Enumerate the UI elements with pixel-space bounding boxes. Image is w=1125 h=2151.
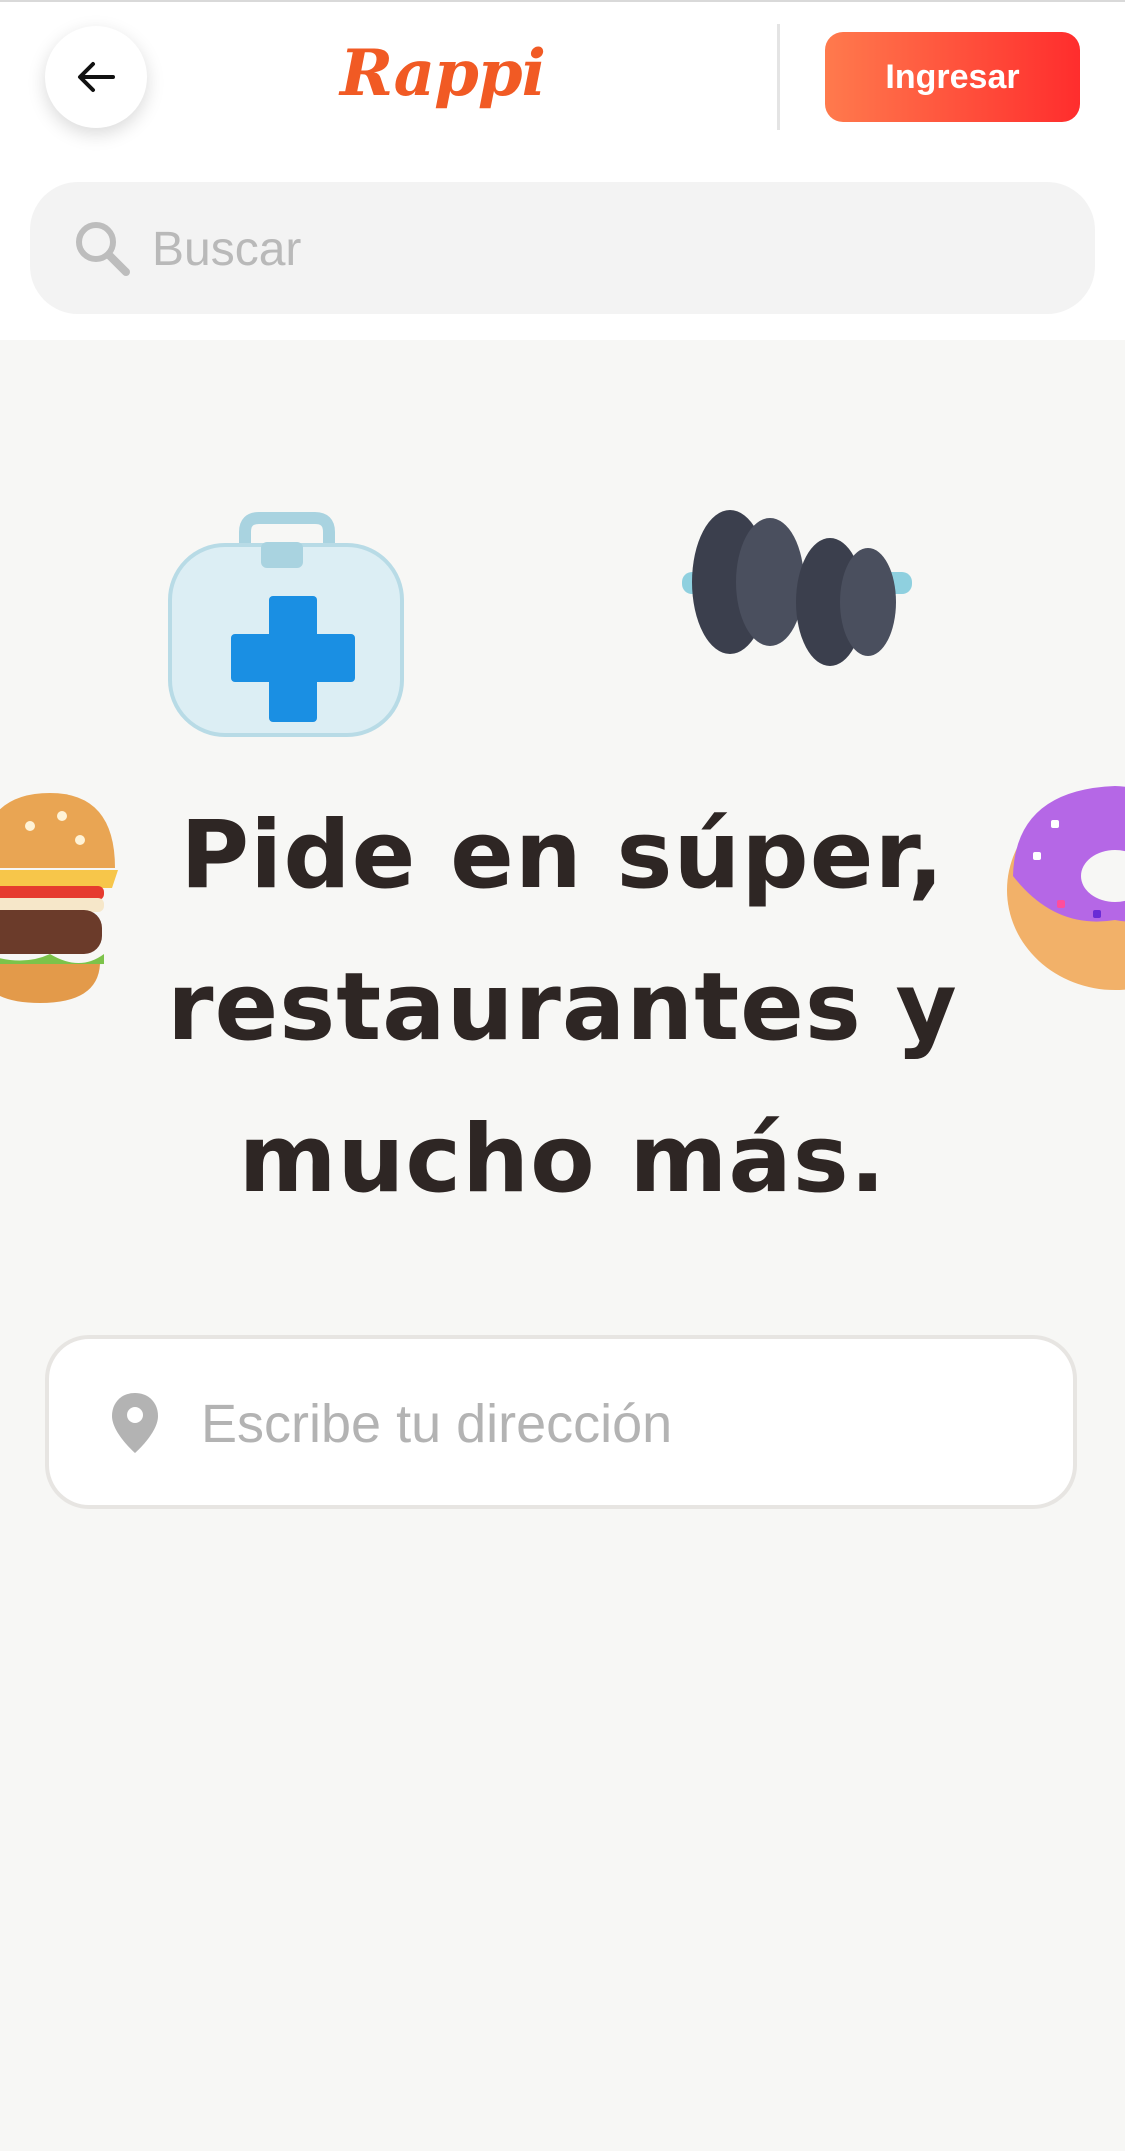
search-bar[interactable] xyxy=(30,182,1095,314)
address-field[interactable] xyxy=(45,1335,1077,1509)
address-input[interactable] xyxy=(199,1375,1043,1473)
hero-section: Pide en súper, restaurantes y mucho más. xyxy=(0,340,1125,2151)
hero-title: Pide en súper, restaurantes y mucho más. xyxy=(60,780,1065,1236)
header-divider xyxy=(777,24,780,130)
location-pin-icon xyxy=(112,1393,158,1453)
login-button[interactable]: Ingresar xyxy=(825,32,1080,122)
search-icon xyxy=(76,222,130,276)
arrow-left-icon xyxy=(78,62,115,92)
hero-title-line-3: mucho más. xyxy=(238,1105,887,1214)
first-aid-kit-icon xyxy=(168,512,404,737)
back-button[interactable] xyxy=(45,26,147,128)
hero-title-line-1: Pide en súper, xyxy=(180,801,945,910)
header: Rappi Ingresar xyxy=(0,2,1125,340)
rappi-logo[interactable]: Rappi xyxy=(340,30,546,118)
hero-title-line-2: restaurantes y xyxy=(167,953,958,1062)
search-input[interactable] xyxy=(150,202,1054,296)
dumbbell-icon xyxy=(682,510,912,666)
